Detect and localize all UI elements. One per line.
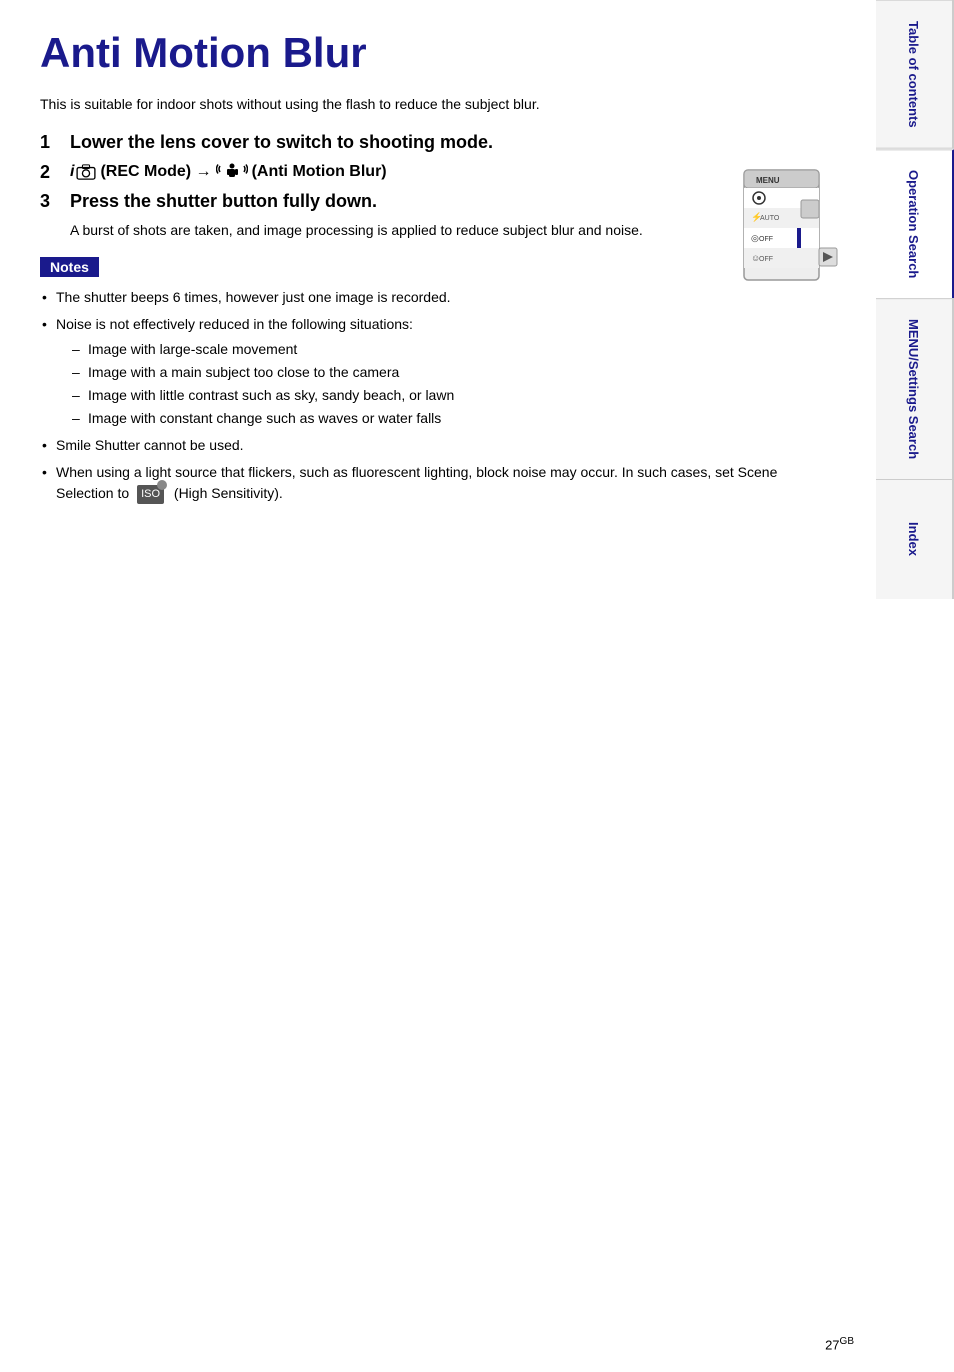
notes-badge: Notes [40, 257, 99, 277]
sub-item-4: Image with constant change such as waves… [72, 408, 834, 429]
anti-motion-icon [216, 161, 248, 183]
note-item-3: Smile Shutter cannot be used. [40, 435, 834, 456]
step-3-number: 3 [40, 191, 60, 212]
svg-text:MENU: MENU [756, 176, 780, 185]
step-2-number: 2 [40, 162, 60, 183]
rec-mode-i-icon: i [70, 163, 74, 181]
step-2-anti-motion-label: (Anti Motion Blur) [252, 163, 387, 181]
svg-text:OFF: OFF [759, 236, 773, 243]
tab-index-label: Index [907, 523, 922, 557]
sub-item-3: Image with little contrast such as sky, … [72, 385, 834, 406]
intro-paragraph: This is suitable for indoor shots withou… [40, 96, 834, 112]
step-1: 1 Lower the lens cover to switch to shoo… [40, 132, 834, 153]
page-number: 27GB [825, 1336, 854, 1352]
page-title: Anti Motion Blur [40, 30, 834, 76]
tab-menu-label: MENU/Settings Search [907, 319, 922, 459]
svg-text:OFF: OFF [759, 256, 773, 263]
notes-list: The shutter beeps 6 times, however just … [40, 287, 834, 504]
svg-text:◎: ◎ [751, 233, 759, 243]
sidebar-tab-menu-settings[interactable]: MENU/Settings Search [876, 298, 954, 479]
sidebar-tab-operation-search[interactable]: Operation Search [876, 149, 954, 298]
step-1-text: Lower the lens cover to switch to shooti… [70, 132, 493, 153]
noise-situations-list: Image with large-scale movement Image wi… [56, 339, 834, 429]
sub-item-1: Image with large-scale movement [72, 339, 834, 360]
step-3-text: Press the shutter button fully down. [70, 191, 377, 212]
tab-operation-label: Operation Search [907, 170, 922, 278]
sidebar: Table of contents Operation Search MENU/… [876, 0, 954, 1372]
sidebar-tab-table-of-contents[interactable]: Table of contents [876, 0, 954, 149]
note-item-2: Noise is not effectively reduced in the … [40, 314, 834, 429]
sidebar-tab-index[interactable]: Index [876, 479, 954, 599]
svg-text:AUTO: AUTO [760, 215, 780, 222]
step-1-number: 1 [40, 132, 60, 153]
sub-item-2: Image with a main subject too close to t… [72, 362, 834, 383]
camera-icon [76, 164, 96, 180]
camera-diagram-area: MENU ⚡ AUTO ◎ OFF ☺ OFF [689, 155, 849, 315]
tab-toc-label: Table of contents [907, 21, 922, 128]
note-item-4: When using a light source that flickers,… [40, 462, 834, 504]
step-2-rec-mode: (REC Mode) → [100, 163, 211, 181]
